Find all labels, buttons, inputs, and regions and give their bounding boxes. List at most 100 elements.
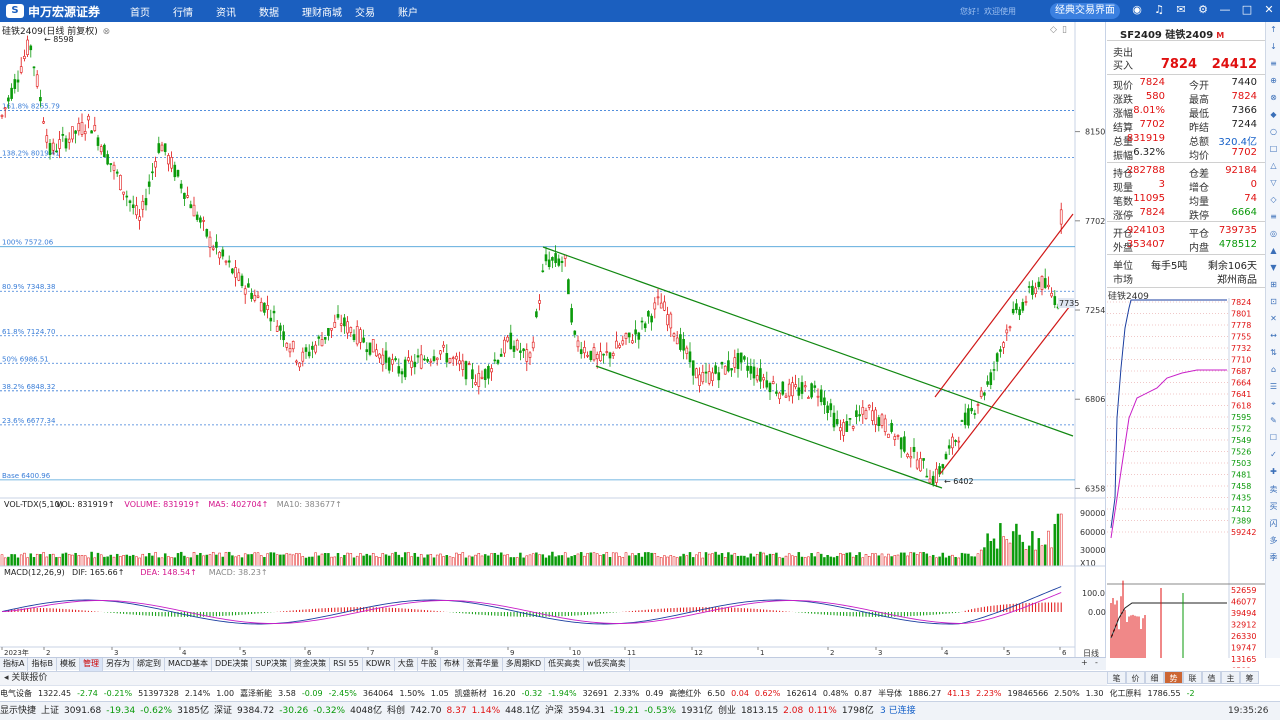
volume-bar bbox=[896, 554, 900, 567]
tool-icon[interactable]: ⌖ bbox=[1266, 399, 1280, 413]
tool-icon[interactable]: ○ bbox=[1266, 127, 1280, 141]
tool-icon[interactable]: ≡ bbox=[1266, 59, 1280, 73]
tool-icon[interactable]: △ bbox=[1266, 161, 1280, 175]
candle-body bbox=[707, 371, 711, 384]
mail-icon[interactable]: ✉ bbox=[1174, 3, 1188, 17]
tool-icon[interactable]: ☐ bbox=[1266, 433, 1280, 447]
indicator-tab[interactable]: DDE决策 bbox=[212, 658, 253, 671]
tool-icon[interactable]: ✕ bbox=[1266, 314, 1280, 328]
tool-icon[interactable]: ⊕ bbox=[1266, 76, 1280, 90]
tool-icon[interactable]: ↑ bbox=[1266, 25, 1280, 39]
close-icon[interactable]: ✕ bbox=[1262, 3, 1276, 17]
tool-icon[interactable]: ↔ bbox=[1266, 331, 1280, 345]
tool-icon[interactable]: ✚ bbox=[1266, 467, 1280, 481]
indicator-tab[interactable]: SUP决策 bbox=[252, 658, 292, 671]
tool-icon[interactable]: ◇ bbox=[1266, 195, 1280, 209]
indicator-tab[interactable]: w低买高卖 bbox=[584, 658, 630, 671]
vol-tick-label: 90000 bbox=[1080, 509, 1105, 518]
menu-quotes[interactable]: 行情 bbox=[173, 4, 216, 19]
menu-trade[interactable]: 交易 bbox=[355, 4, 398, 19]
quote-tab[interactable]: 笔 bbox=[1107, 671, 1126, 684]
indicator-tab[interactable]: 多周期KD bbox=[503, 658, 546, 671]
minimize-icon[interactable]: — bbox=[1218, 3, 1232, 17]
indicator-tab[interactable]: 指标B bbox=[28, 658, 57, 671]
tool-icon[interactable]: ↓ bbox=[1266, 42, 1280, 56]
related-quotes-label[interactable]: 关联报价 bbox=[11, 673, 47, 683]
quote-tab[interactable]: 价 bbox=[1126, 671, 1145, 684]
tool-icon[interactable]: 闪 bbox=[1266, 518, 1280, 532]
headset-icon[interactable]: ♫ bbox=[1152, 3, 1166, 17]
zoom-in-button[interactable]: + bbox=[1081, 658, 1088, 667]
menu-wealth[interactable]: 理财商城 bbox=[302, 4, 355, 19]
tool-icon[interactable]: 多 bbox=[1266, 535, 1280, 549]
tool-icon[interactable]: ✎ bbox=[1266, 416, 1280, 430]
maximize-icon[interactable]: □ bbox=[1240, 3, 1254, 17]
candle-body bbox=[215, 241, 218, 248]
indicator-tab[interactable]: 另存为 bbox=[103, 658, 134, 671]
tool-icon[interactable]: ▲ bbox=[1266, 246, 1280, 260]
classic-trade-button[interactable]: 经典交易界面 bbox=[1050, 3, 1120, 19]
tool-icon[interactable]: ⊡ bbox=[1266, 297, 1280, 311]
candle-body bbox=[458, 360, 461, 365]
diamond-icon[interactable]: ◇ bbox=[1050, 25, 1057, 35]
quote-tab[interactable]: 势 bbox=[1164, 671, 1183, 684]
close-chart-icon[interactable]: ⊗ bbox=[103, 27, 111, 37]
kline-chart-area[interactable]: 8150 7702 7254 6806 6358 161.8% 8255.79 138.2%… bbox=[0, 22, 1106, 658]
volume-bar bbox=[1005, 539, 1009, 567]
indicator-tab[interactable]: 模板 bbox=[57, 658, 80, 671]
tool-icon[interactable]: ▼ bbox=[1266, 263, 1280, 277]
tool-icon[interactable]: ◎ bbox=[1266, 229, 1280, 243]
tool-icon[interactable]: ⌂ bbox=[1266, 365, 1280, 379]
indicator-tab[interactable]: 管理 bbox=[79, 658, 103, 671]
indicator-tab[interactable]: 资金决策 bbox=[291, 658, 331, 671]
tool-icon[interactable]: ▽ bbox=[1266, 178, 1280, 192]
tool-icon[interactable]: ◆ bbox=[1266, 110, 1280, 124]
tool-icon[interactable]: ⇅ bbox=[1266, 348, 1280, 362]
tool-icon[interactable]: ✓ bbox=[1266, 450, 1280, 464]
indicator-tab[interactable]: 布林 bbox=[441, 658, 464, 671]
volume-bar bbox=[663, 555, 666, 567]
volume-bar bbox=[579, 552, 583, 567]
indicator-tab[interactable]: 低买高卖 bbox=[545, 658, 585, 671]
tool-icon[interactable]: 季 bbox=[1266, 552, 1280, 566]
indicator-tab[interactable]: MACD基本 bbox=[165, 658, 212, 671]
tool-icon[interactable]: ⊞ bbox=[1266, 280, 1280, 294]
volume-bar bbox=[1008, 542, 1012, 567]
tool-icon[interactable]: ≡ bbox=[1266, 212, 1280, 226]
expand-chart-icon[interactable]: ▯ bbox=[1062, 25, 1067, 35]
candle-body bbox=[695, 368, 698, 379]
tool-icon[interactable]: ☰ bbox=[1266, 382, 1280, 396]
x-tick-label: 6 bbox=[307, 649, 312, 657]
intraday-mini-chart[interactable]: 7824 7801 7778 7755 7732 7710 7687 7664 7641 7618… bbox=[1107, 298, 1265, 668]
indicator-tab[interactable]: 大盘 bbox=[395, 658, 418, 671]
indicator-tab[interactable]: 绑定到 bbox=[134, 658, 165, 671]
quote-tab[interactable]: 筹 bbox=[1240, 671, 1259, 684]
candle-body bbox=[960, 420, 964, 422]
zoom-out-button[interactable]: - bbox=[1095, 658, 1098, 667]
related-quotes-bar[interactable]: ◂ 关联报价 bbox=[0, 671, 1107, 685]
quote-tab[interactable]: 细 bbox=[1145, 671, 1164, 684]
indicator-tab[interactable]: 牛股 bbox=[418, 658, 441, 671]
macd-tick-label: 100.0 bbox=[1082, 589, 1105, 598]
tool-icon[interactable]: 卖 bbox=[1266, 484, 1280, 498]
kline-svg[interactable]: 81507702725468066358161.8% 8255.79138.2%… bbox=[0, 22, 1106, 658]
quote-tab[interactable]: 值 bbox=[1202, 671, 1221, 684]
tool-icon[interactable]: ⊗ bbox=[1266, 93, 1280, 107]
volume-bar bbox=[144, 556, 148, 567]
tool-icon[interactable]: □ bbox=[1266, 144, 1280, 158]
candle-body bbox=[794, 384, 797, 388]
menu-home[interactable]: 首页 bbox=[130, 4, 173, 19]
indicator-tab[interactable]: 指标A bbox=[0, 658, 29, 671]
logo-mark-icon: S bbox=[6, 4, 24, 18]
tool-icon[interactable]: 买 bbox=[1266, 501, 1280, 515]
quote-tab[interactable]: 主 bbox=[1221, 671, 1240, 684]
indicator-tab[interactable]: 张青华量 bbox=[464, 658, 503, 671]
menu-account[interactable]: 账户 bbox=[398, 4, 441, 19]
indicator-tab[interactable]: RSI 55 bbox=[330, 658, 363, 671]
menu-news[interactable]: 资讯 bbox=[216, 4, 259, 19]
settings-icon[interactable]: ⚙ bbox=[1196, 3, 1210, 17]
menu-data[interactable]: 数据 bbox=[259, 4, 302, 19]
indicator-tab[interactable]: KDWR bbox=[363, 658, 395, 671]
message-icon[interactable]: ◉ bbox=[1130, 3, 1144, 17]
quote-tab[interactable]: 联 bbox=[1183, 671, 1202, 684]
